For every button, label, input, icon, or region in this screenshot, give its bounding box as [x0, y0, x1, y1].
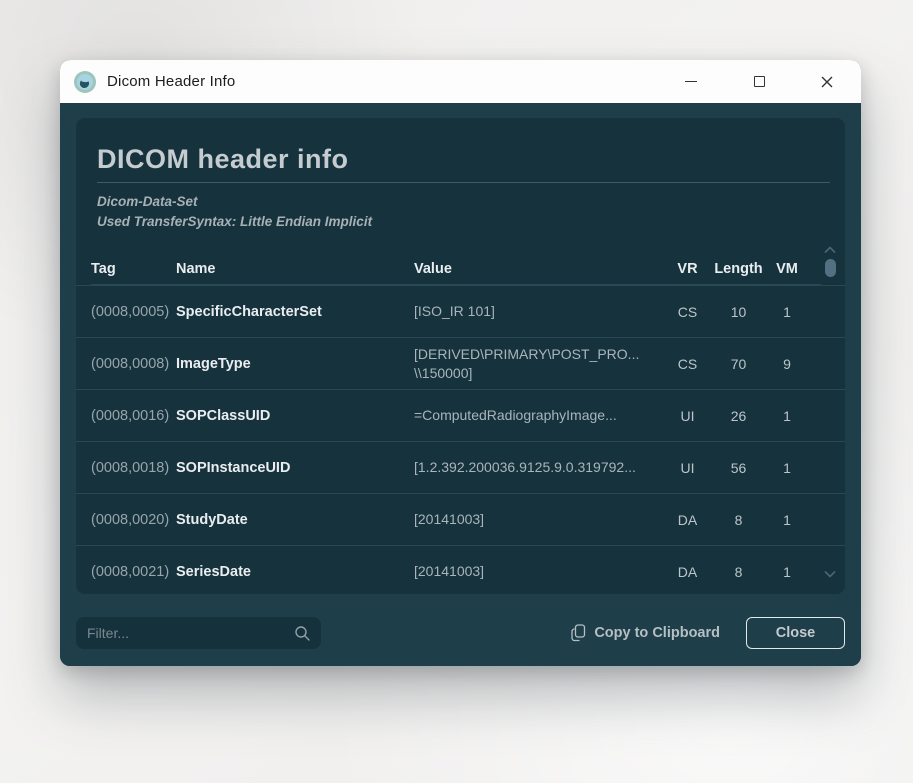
table-row[interactable]: (0008,0016) SOPClassUID =ComputedRadiogr… — [76, 389, 845, 441]
table-scrollbar[interactable] — [823, 246, 837, 578]
row-length: 26 — [711, 408, 766, 424]
filter-field-wrap — [76, 617, 321, 649]
row-tag: (0008,0021) — [91, 564, 176, 580]
row-vr: UI — [664, 460, 711, 476]
dicom-tag-table: Tag Name Value VR Length VM (0008,0005) … — [76, 254, 845, 597]
filter-input[interactable] — [76, 617, 321, 649]
row-length: 56 — [711, 460, 766, 476]
copy-to-clipboard-button[interactable]: Copy to Clipboard — [571, 617, 720, 649]
row-value: [ISO_IR 101] — [414, 302, 664, 321]
window-controls — [657, 60, 861, 103]
title-bar: Dicom Header Info — [60, 60, 861, 103]
row-value: [DERIVED\PRIMARY\POST_PRO... \\150000] — [414, 345, 664, 383]
row-vm: 1 — [766, 408, 808, 424]
row-vm: 1 — [766, 564, 808, 580]
table-row[interactable]: (0008,0005) SpecificCharacterSet [ISO_IR… — [76, 285, 845, 337]
maximize-button[interactable] — [725, 60, 793, 103]
window-title: Dicom Header Info — [107, 73, 235, 90]
row-tag: (0008,0020) — [91, 512, 176, 528]
row-tag: (0008,0005) — [91, 304, 176, 320]
dicom-header-dialog: Dicom Header Info DICOM header info Dico… — [60, 60, 861, 666]
maximize-icon — [754, 76, 765, 87]
page-title: DICOM header info — [97, 144, 830, 183]
row-value: [1.2.392.200036.9125.9.0.319792... — [414, 458, 664, 477]
scroll-up-icon[interactable] — [824, 246, 836, 254]
content-panel: DICOM header info Dicom-Data-Set Used Tr… — [76, 118, 845, 594]
row-name: SOPClassUID — [176, 408, 414, 424]
row-vr: DA — [664, 512, 711, 528]
copy-icon — [571, 624, 586, 642]
column-header-tag: Tag — [91, 261, 176, 277]
close-button[interactable]: Close — [746, 617, 845, 649]
row-vr: CS — [664, 304, 711, 320]
minimize-icon — [685, 81, 697, 83]
column-header-name: Name — [176, 261, 414, 277]
row-value: [20141003] — [414, 510, 664, 529]
transfer-syntax-label: Used TransferSyntax: Little Endian Impli… — [97, 212, 830, 232]
row-vm: 1 — [766, 512, 808, 528]
close-button-label: Close — [776, 625, 816, 641]
row-value: [20141003] — [414, 562, 664, 581]
table-row[interactable]: (0008,0018) SOPInstanceUID [1.2.392.2000… — [76, 441, 845, 493]
column-header-value: Value — [414, 261, 664, 277]
table-row[interactable]: (0008,0021) SeriesDate [20141003] DA 8 1 — [76, 545, 845, 597]
column-header-vm: VM — [766, 261, 808, 277]
row-name: SpecificCharacterSet — [176, 304, 414, 320]
row-name: ImageType — [176, 356, 414, 372]
row-vr: UI — [664, 408, 711, 424]
row-name: SOPInstanceUID — [176, 460, 414, 476]
table-row[interactable]: (0008,0020) StudyDate [20141003] DA 8 1 — [76, 493, 845, 545]
search-icon — [294, 625, 311, 642]
row-length: 70 — [711, 356, 766, 372]
row-tag: (0008,0008) — [91, 356, 176, 372]
row-tag: (0008,0016) — [91, 408, 176, 424]
close-icon — [820, 75, 834, 89]
row-length: 10 — [711, 304, 766, 320]
row-vr: DA — [664, 564, 711, 580]
row-vm: 1 — [766, 304, 808, 320]
row-length: 8 — [711, 512, 766, 528]
scrollbar-thumb[interactable] — [825, 259, 836, 277]
copy-to-clipboard-label: Copy to Clipboard — [594, 625, 720, 641]
dataset-info: Dicom-Data-Set Used TransferSyntax: Litt… — [97, 192, 830, 232]
app-logo-icon — [73, 70, 97, 94]
row-length: 8 — [711, 564, 766, 580]
row-vm: 9 — [766, 356, 808, 372]
scroll-down-icon[interactable] — [824, 570, 836, 578]
table-header-row: Tag Name Value VR Length VM — [76, 254, 845, 284]
column-header-length: Length — [711, 261, 766, 277]
row-name: StudyDate — [176, 512, 414, 528]
dataset-label: Dicom-Data-Set — [97, 192, 830, 212]
row-name: SeriesDate — [176, 564, 414, 580]
close-window-button[interactable] — [793, 60, 861, 103]
row-vr: CS — [664, 356, 711, 372]
row-tag: (0008,0018) — [91, 460, 176, 476]
row-vm: 1 — [766, 460, 808, 476]
minimize-button[interactable] — [657, 60, 725, 103]
column-header-vr: VR — [664, 261, 711, 277]
dialog-body: DICOM header info Dicom-Data-Set Used Tr… — [60, 103, 861, 666]
table-row[interactable]: (0008,0008) ImageType [DERIVED\PRIMARY\P… — [76, 337, 845, 389]
row-value: =ComputedRadiographyImage... — [414, 406, 664, 425]
